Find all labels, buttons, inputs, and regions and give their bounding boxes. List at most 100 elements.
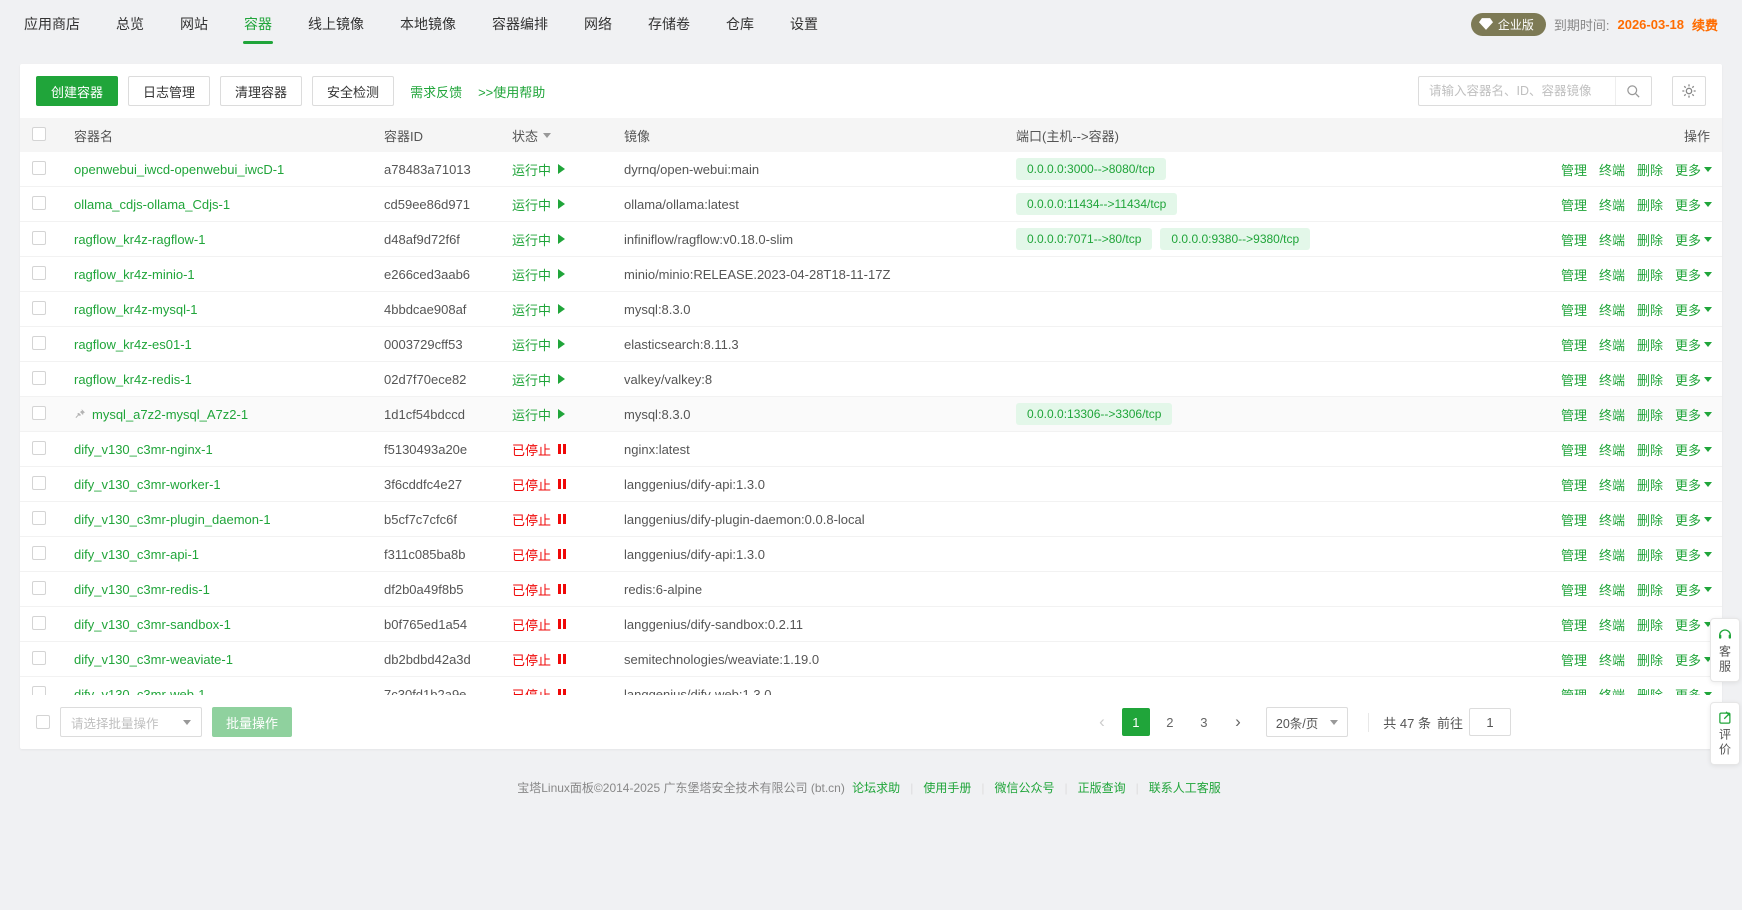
play-icon[interactable] <box>558 199 565 209</box>
nav-tab-container[interactable]: 容器 <box>244 0 272 48</box>
action-delete[interactable]: 删除 <box>1637 195 1663 214</box>
container-name-link[interactable]: dify_v130_c3mr-api-1 <box>74 547 199 562</box>
action-more[interactable]: 更多 <box>1675 545 1712 564</box>
action-manage[interactable]: 管理 <box>1561 615 1587 634</box>
action-manage[interactable]: 管理 <box>1561 685 1587 696</box>
search-input[interactable] <box>1419 84 1615 98</box>
action-terminal[interactable]: 终端 <box>1599 440 1625 459</box>
action-manage[interactable]: 管理 <box>1561 265 1587 284</box>
row-checkbox[interactable] <box>32 441 46 455</box>
action-terminal[interactable]: 终端 <box>1599 615 1625 634</box>
action-delete[interactable]: 删除 <box>1637 615 1663 634</box>
action-delete[interactable]: 删除 <box>1637 545 1663 564</box>
nav-tab-network[interactable]: 网络 <box>584 0 612 48</box>
page-button-2[interactable]: 2 <box>1156 708 1184 736</box>
footer-link[interactable]: 使用手册 <box>923 781 971 795</box>
action-manage[interactable]: 管理 <box>1561 440 1587 459</box>
pause-icon[interactable] <box>558 444 566 454</box>
feedback-widget[interactable]: 评价 <box>1710 702 1740 765</box>
action-more[interactable]: 更多 <box>1675 650 1712 669</box>
action-more[interactable]: 更多 <box>1675 405 1712 424</box>
support-widget[interactable]: 客服 <box>1710 618 1740 682</box>
nav-tab-app-store[interactable]: 应用商店 <box>24 0 80 48</box>
action-delete[interactable]: 删除 <box>1637 335 1663 354</box>
play-icon[interactable] <box>558 234 565 244</box>
help-link[interactable]: >>使用帮助 <box>478 82 545 101</box>
goto-page-input[interactable] <box>1469 708 1511 736</box>
action-more[interactable]: 更多 <box>1675 615 1712 634</box>
action-more[interactable]: 更多 <box>1675 230 1712 249</box>
action-manage[interactable]: 管理 <box>1561 195 1587 214</box>
action-manage[interactable]: 管理 <box>1561 650 1587 669</box>
pause-icon[interactable] <box>558 689 566 695</box>
nav-tab-compose[interactable]: 容器编排 <box>492 0 548 48</box>
action-manage[interactable]: 管理 <box>1561 335 1587 354</box>
action-terminal[interactable]: 终端 <box>1599 300 1625 319</box>
play-icon[interactable] <box>558 164 565 174</box>
nav-tab-online-images[interactable]: 线上镜像 <box>308 0 364 48</box>
action-manage[interactable]: 管理 <box>1561 370 1587 389</box>
container-name-link[interactable]: ragflow_kr4z-ragflow-1 <box>74 232 206 247</box>
action-terminal[interactable]: 终端 <box>1599 545 1625 564</box>
row-checkbox[interactable] <box>32 371 46 385</box>
pause-icon[interactable] <box>558 654 566 664</box>
play-icon[interactable] <box>558 269 565 279</box>
nav-tab-website[interactable]: 网站 <box>180 0 208 48</box>
container-name-link[interactable]: mysql_a7z2-mysql_A7z2-1 <box>92 407 248 422</box>
action-manage[interactable]: 管理 <box>1561 230 1587 249</box>
action-manage[interactable]: 管理 <box>1561 300 1587 319</box>
action-more[interactable]: 更多 <box>1675 440 1712 459</box>
action-delete[interactable]: 删除 <box>1637 300 1663 319</box>
action-delete[interactable]: 删除 <box>1637 510 1663 529</box>
license-badge[interactable]: 企业版 <box>1471 13 1546 36</box>
row-checkbox[interactable] <box>32 336 46 350</box>
row-checkbox[interactable] <box>32 616 46 630</box>
settings-button[interactable] <box>1672 76 1706 106</box>
action-delete[interactable]: 删除 <box>1637 685 1663 696</box>
action-terminal[interactable]: 终端 <box>1599 580 1625 599</box>
play-icon[interactable] <box>558 304 565 314</box>
nav-tab-settings[interactable]: 设置 <box>790 0 818 48</box>
container-name-link[interactable]: ragflow_kr4z-es01-1 <box>74 337 192 352</box>
play-icon[interactable] <box>558 374 565 384</box>
row-checkbox[interactable] <box>32 266 46 280</box>
action-delete[interactable]: 删除 <box>1637 230 1663 249</box>
action-manage[interactable]: 管理 <box>1561 405 1587 424</box>
action-delete[interactable]: 删除 <box>1637 440 1663 459</box>
container-name-link[interactable]: dify_v130_c3mr-plugin_daemon-1 <box>74 512 271 527</box>
action-terminal[interactable]: 终端 <box>1599 405 1625 424</box>
container-name-link[interactable]: dify_v130_c3mr-sandbox-1 <box>74 617 231 632</box>
row-checkbox[interactable] <box>32 196 46 210</box>
row-checkbox[interactable] <box>32 546 46 560</box>
feedback-link[interactable]: 需求反馈 <box>410 82 462 101</box>
nav-tab-volumes[interactable]: 存储卷 <box>648 0 690 48</box>
pause-icon[interactable] <box>558 479 566 489</box>
prev-page-button[interactable]: ‹ <box>1088 708 1116 736</box>
action-more[interactable]: 更多 <box>1675 265 1712 284</box>
footer-link[interactable]: 微信公众号 <box>994 781 1054 795</box>
next-page-button[interactable]: › <box>1224 708 1252 736</box>
container-name-link[interactable]: ragflow_kr4z-minio-1 <box>74 267 195 282</box>
container-name-link[interactable]: dify_v130_c3mr-web-1 <box>74 687 206 696</box>
action-terminal[interactable]: 终端 <box>1599 195 1625 214</box>
nav-tab-overview[interactable]: 总览 <box>116 0 144 48</box>
clean-containers-button[interactable]: 清理容器 <box>220 76 302 106</box>
container-name-link[interactable]: dify_v130_c3mr-redis-1 <box>74 582 210 597</box>
action-manage[interactable]: 管理 <box>1561 160 1587 179</box>
container-name-link[interactable]: ollama_cdjs-ollama_Cdjs-1 <box>74 197 230 212</box>
batch-operation-select[interactable]: 请选择批量操作 <box>60 707 202 737</box>
pause-icon[interactable] <box>558 549 566 559</box>
pause-icon[interactable] <box>558 619 566 629</box>
batch-select-all-checkbox[interactable] <box>36 715 50 729</box>
action-terminal[interactable]: 终端 <box>1599 475 1625 494</box>
col-status-filter[interactable]: 状态 <box>512 126 624 145</box>
nav-tab-registry[interactable]: 仓库 <box>726 0 754 48</box>
action-more[interactable]: 更多 <box>1675 510 1712 529</box>
row-checkbox[interactable] <box>32 406 46 420</box>
footer-link[interactable]: 联系人工客服 <box>1149 781 1221 795</box>
action-terminal[interactable]: 终端 <box>1599 510 1625 529</box>
footer-link[interactable]: 论坛求助 <box>852 781 900 795</box>
action-delete[interactable]: 删除 <box>1637 370 1663 389</box>
action-manage[interactable]: 管理 <box>1561 475 1587 494</box>
action-terminal[interactable]: 终端 <box>1599 230 1625 249</box>
